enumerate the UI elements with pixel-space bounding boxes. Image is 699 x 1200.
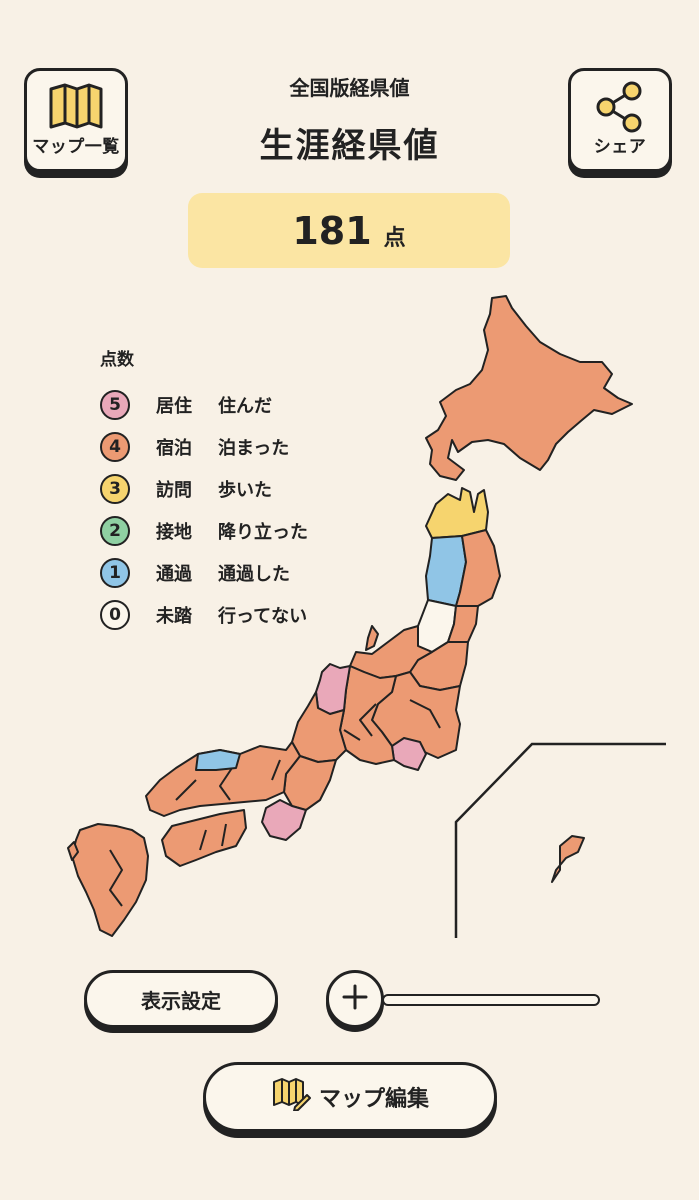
legend-label: 訪問: [156, 480, 192, 501]
legend-description: 通過した: [218, 564, 290, 585]
edit-map-label: マップ編集: [318, 1087, 429, 1112]
legend-item: 1 通過 通過した: [100, 552, 308, 594]
legend-description: 降り立った: [218, 522, 308, 543]
legend-item: 0 未踏 行ってない: [100, 594, 308, 636]
page-title: 生涯経県値: [259, 126, 440, 166]
legend-description: 歩いた: [218, 480, 272, 501]
legend: 点数 5 居住 住んだ 4 宿泊 泊まった 3 訪問 歩いた 2 接地 降り立っ…: [100, 345, 308, 636]
plus-icon: [341, 983, 369, 1015]
legend-item: 5 居住 住んだ: [100, 384, 308, 426]
legend-item: 2 接地 降り立った: [100, 510, 308, 552]
zoom-button[interactable]: [326, 970, 384, 1028]
legend-badge: 3: [100, 474, 130, 504]
legend-badge: 0: [100, 600, 130, 630]
legend-badge: 2: [100, 516, 130, 546]
legend-label: 接地: [156, 522, 192, 543]
legend-label: 居住: [156, 396, 192, 417]
page-subtitle: 全国版経県値: [289, 76, 410, 100]
legend-label: 通過: [156, 564, 192, 585]
legend-description: 泊まった: [218, 438, 290, 459]
score-value: 181: [292, 208, 372, 253]
legend-badge: 5: [100, 390, 130, 420]
score-unit: 点: [383, 225, 406, 251]
zoom-slider-track[interactable]: [382, 994, 600, 1006]
prefecture-ishikawa[interactable]: [315, 663, 351, 715]
okinawa-inset-frame: [454, 742, 666, 938]
score-box: 181 点: [188, 193, 510, 268]
legend-label: 未踏: [156, 606, 192, 627]
legend-description: 行ってない: [218, 606, 308, 627]
legend-description: 住んだ: [218, 396, 272, 417]
legend-item: 4 宿泊 泊まった: [100, 426, 308, 468]
legend-label: 宿泊: [156, 438, 192, 459]
prefecture-hokkaido[interactable]: [425, 295, 633, 481]
prefecture-sado[interactable]: [365, 625, 379, 651]
legend-item: 3 訪問 歩いた: [100, 468, 308, 510]
prefecture-shimane[interactable]: [195, 749, 241, 771]
legend-badge: 4: [100, 432, 130, 462]
legend-title: 点数: [100, 350, 134, 370]
display-settings-button[interactable]: 表示設定: [84, 970, 278, 1028]
legend-badge: 1: [100, 558, 130, 588]
map-edit-icon: [271, 1077, 311, 1117]
prefecture-kyushu[interactable]: [71, 823, 149, 937]
prefecture-aomori[interactable]: [425, 487, 489, 539]
edit-map-button[interactable]: マップ編集: [203, 1062, 497, 1132]
prefecture-tokyo[interactable]: [391, 737, 427, 771]
